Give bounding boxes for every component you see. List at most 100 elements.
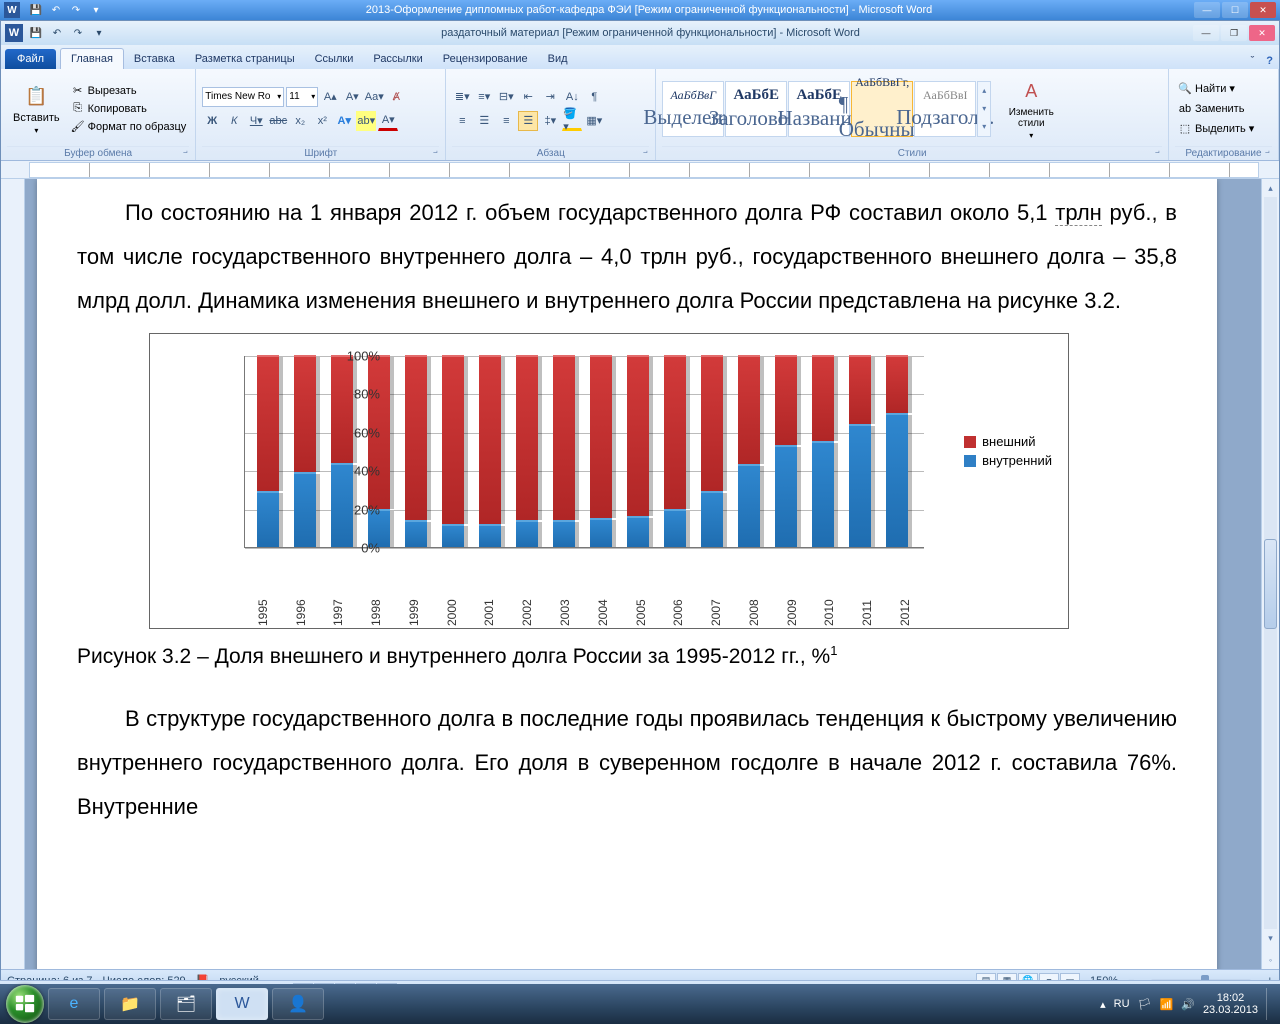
save-icon[interactable]: 💾 (27, 24, 45, 42)
grow-font-icon[interactable]: A▴ (320, 87, 340, 107)
horizontal-ruler[interactable] (29, 162, 1259, 178)
chart-x-tick: 2010 (822, 600, 836, 626)
bullets-icon[interactable]: ≣▾ (452, 87, 472, 107)
font-name-combo[interactable]: Times New Ro▾ (202, 87, 284, 107)
bold-icon[interactable]: Ж (202, 111, 222, 131)
taskbar-app-icon[interactable]: 👤 (272, 988, 324, 1020)
underline-icon[interactable]: Ч▾ (246, 111, 266, 131)
tray-clock[interactable]: 18:02 23.03.2013 (1203, 992, 1258, 1016)
style-item[interactable]: АаБбВвІПодзагол... (914, 81, 976, 137)
tray-network-icon[interactable]: 📶 (1160, 998, 1174, 1011)
scrollbar-thumb[interactable] (1264, 539, 1277, 629)
restore-button[interactable]: ❐ (1221, 25, 1247, 41)
justify-icon[interactable]: ☰ (518, 111, 538, 131)
group-label-clipboard: Буфер обмена (7, 146, 189, 160)
paste-button[interactable]: 📋 Вставить ▾ (7, 71, 66, 146)
vertical-ruler[interactable] (1, 179, 25, 969)
copy-button[interactable]: ⎘Копировать (68, 101, 190, 117)
scroll-up-icon[interactable]: ▴ (1262, 179, 1279, 197)
tab-home[interactable]: Главная (60, 48, 124, 69)
tray-show-hidden-icon[interactable]: ▴ (1100, 998, 1106, 1011)
increase-indent-icon[interactable]: ⇥ (540, 87, 560, 107)
tab-insert[interactable]: Вставка (124, 49, 185, 69)
italic-icon[interactable]: К (224, 111, 244, 131)
qat-dropdown-icon[interactable]: ▾ (90, 24, 108, 42)
decrease-indent-icon[interactable]: ⇤ (518, 87, 538, 107)
redo-icon[interactable]: ↷ (68, 2, 84, 18)
styles-gallery[interactable]: АаБбВвГВыделение АаБбЕЗаголово... АаБбЕН… (662, 81, 991, 137)
save-icon[interactable]: 💾 (28, 2, 44, 18)
line-spacing-icon[interactable]: ‡▾ (540, 111, 560, 131)
redo-icon[interactable]: ↷ (69, 24, 87, 42)
find-icon: 🔍 (1178, 82, 1192, 96)
cut-button[interactable]: ✂Вырезать (68, 83, 190, 99)
minimize-button[interactable]: — (1194, 2, 1220, 18)
align-left-icon[interactable]: ≡ (452, 111, 472, 131)
help-icon[interactable]: ? (1260, 53, 1279, 69)
system-tray: ▴ RU 🏳 📶 🔊 18:02 23.03.2013 (1100, 988, 1274, 1020)
close-button[interactable]: ✕ (1250, 2, 1276, 18)
word-app-icon: W (5, 24, 23, 42)
chart-x-tick: 2005 (634, 600, 648, 626)
change-styles-button[interactable]: A Изменить стили ▾ (999, 75, 1063, 142)
tab-view[interactable]: Вид (538, 49, 578, 69)
taskbar-explorer-icon[interactable]: 📁 (104, 988, 156, 1020)
multilevel-list-icon[interactable]: ⊟▾ (496, 87, 516, 107)
vertical-scrollbar[interactable]: ▴ ▾ ◦ (1261, 179, 1279, 969)
font-size-combo[interactable]: 11▾ (286, 87, 318, 107)
tab-review[interactable]: Рецензирование (433, 49, 538, 69)
show-marks-icon[interactable]: ¶ (584, 87, 604, 107)
tray-flag-icon[interactable]: 🏳 (1138, 998, 1152, 1011)
align-right-icon[interactable]: ≡ (496, 111, 516, 131)
taskbar-word-icon[interactable]: W (216, 988, 268, 1020)
select-button[interactable]: ⬚Выделить ▾ (1175, 121, 1257, 137)
text-effects-icon[interactable]: A▾ (334, 111, 354, 131)
subscript-icon[interactable]: x₂ (290, 111, 310, 131)
format-painter-button[interactable]: 🖌Формат по образцу (68, 119, 190, 135)
undo-icon[interactable]: ↶ (48, 2, 64, 18)
document-area: По состоянию на 1 января 2012 г. объем г… (1, 179, 1279, 969)
find-button[interactable]: 🔍Найти ▾ (1175, 81, 1257, 97)
taskbar-folder-icon[interactable]: 🗂 (160, 988, 212, 1020)
strikethrough-icon[interactable]: abc (268, 111, 288, 131)
scroll-down-icon[interactable]: ▾ (1262, 929, 1279, 947)
minimize-button[interactable]: — (1193, 25, 1219, 41)
file-tab[interactable]: Файл (5, 49, 56, 69)
shading-icon[interactable]: 🪣▾ (562, 111, 582, 131)
chart-x-tick: 2006 (671, 600, 685, 626)
replace-button[interactable]: abЗаменить (1175, 101, 1257, 117)
inner-window-titlebar: W 💾 ↶ ↷ ▾ раздаточный материал [Режим ог… (1, 21, 1279, 45)
taskbar-ie-icon[interactable]: e (48, 988, 100, 1020)
shrink-font-icon[interactable]: A▾ (342, 87, 362, 107)
undo-icon[interactable]: ↶ (48, 24, 66, 42)
group-editing: 🔍Найти ▾ abЗаменить ⬚Выделить ▾ Редактир… (1169, 69, 1279, 160)
superscript-icon[interactable]: x² (312, 111, 332, 131)
ribbon: 📋 Вставить ▾ ✂Вырезать ⎘Копировать 🖌Форм… (1, 69, 1279, 161)
close-button[interactable]: ✕ (1249, 25, 1275, 41)
tab-references[interactable]: Ссылки (305, 49, 364, 69)
language-indicator[interactable]: RU (1114, 998, 1130, 1010)
borders-icon[interactable]: ▦▾ (584, 111, 604, 131)
chart-x-tick: 2003 (558, 600, 572, 626)
numbering-icon[interactable]: ≡▾ (474, 87, 494, 107)
font-color-icon[interactable]: A▾ (378, 111, 398, 131)
embedded-chart[interactable]: 1995199619971998199920002001200220032004… (149, 333, 1069, 629)
chart-x-tick: 2004 (596, 600, 610, 626)
word-app-icon: W (4, 2, 20, 18)
tab-mailings[interactable]: Рассылки (363, 49, 432, 69)
align-center-icon[interactable]: ☰ (474, 111, 494, 131)
browse-object-icon[interactable]: ◦ (1262, 951, 1279, 969)
tray-volume-icon[interactable]: 🔊 (1181, 998, 1195, 1011)
sort-icon[interactable]: A↓ (562, 87, 582, 107)
change-case-icon[interactable]: Aa▾ (364, 87, 384, 107)
highlight-icon[interactable]: ab▾ (356, 111, 376, 131)
maximize-button[interactable]: ☐ (1222, 2, 1248, 18)
styles-scroll[interactable]: ▴▾▾ (977, 81, 991, 137)
show-desktop-button[interactable] (1266, 988, 1274, 1020)
minimize-ribbon-icon[interactable]: ˇ (1245, 53, 1261, 69)
tab-page-layout[interactable]: Разметка страницы (185, 49, 305, 69)
qat-dropdown-icon[interactable]: ▾ (88, 2, 104, 18)
document-page[interactable]: По состоянию на 1 января 2012 г. объем г… (37, 179, 1217, 969)
start-button[interactable] (6, 985, 44, 1023)
clear-formatting-icon[interactable]: Ⱥ (386, 87, 406, 107)
